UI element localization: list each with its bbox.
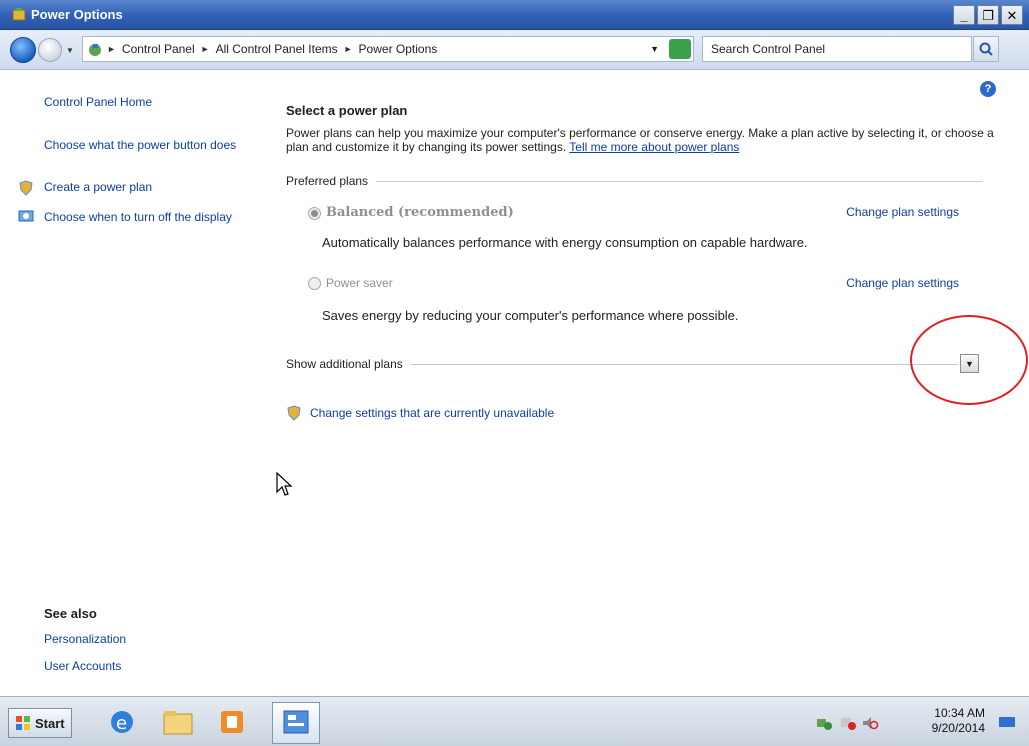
- volume-icon[interactable]: [861, 715, 879, 731]
- divider: [410, 363, 958, 365]
- turn-off-display-link[interactable]: Choose when to turn off the display: [44, 211, 234, 224]
- power-button-link[interactable]: Choose what the power button does: [44, 139, 244, 152]
- search-icon: [979, 42, 993, 56]
- search-button[interactable]: [973, 36, 999, 62]
- window-controls: _ ❐ ✕: [953, 5, 1023, 25]
- unavailable-settings-link[interactable]: Change settings that are currently unava…: [310, 406, 554, 420]
- annotation-circle: [910, 315, 1028, 405]
- search-input[interactable]: Search Control Panel: [702, 36, 972, 62]
- power-saver-change-settings-link[interactable]: Change plan settings: [846, 276, 959, 290]
- control-panel-home-link[interactable]: Control Panel Home: [44, 96, 152, 109]
- clock-time: 10:34 AM: [934, 706, 985, 720]
- breadcrumb-all-items[interactable]: All Control Panel Items: [216, 42, 338, 56]
- close-button[interactable]: ✕: [1001, 5, 1023, 25]
- media-player-icon[interactable]: [214, 705, 250, 739]
- folder-icon[interactable]: [160, 705, 196, 739]
- page-title: Select a power plan: [286, 103, 408, 118]
- control-panel-icon: [89, 44, 101, 56]
- breadcrumb-separator-icon: ►: [107, 44, 116, 54]
- unavailable-settings-row[interactable]: Change settings that are currently unava…: [286, 405, 554, 421]
- internet-explorer-icon[interactable]: e: [104, 705, 140, 739]
- breadcrumb-power-options[interactable]: Power Options: [359, 42, 438, 56]
- divider: [376, 180, 983, 182]
- breadcrumb-separator-icon: ►: [343, 44, 353, 54]
- clock[interactable]: 10:34 AM 9/20/2014: [932, 706, 985, 736]
- title-bar: Power Options _ ❐ ✕: [0, 0, 1029, 30]
- balanced-radio[interactable]: [308, 207, 321, 220]
- breadcrumb-control-panel[interactable]: Control Panel: [122, 42, 195, 56]
- show-desktop-button[interactable]: [999, 717, 1015, 727]
- additional-plans-label: Show additional plans: [286, 357, 403, 371]
- personalization-link[interactable]: Personalization: [44, 633, 126, 646]
- taskbar: Start e 10:34 AM 9/20/2014: [0, 696, 1029, 746]
- address-toolbar: ▼ ► Control Panel ► All Control Panel It…: [0, 30, 1029, 70]
- main-pane: Select a power plan Power plans can help…: [270, 71, 1029, 696]
- shield-icon: [19, 180, 33, 196]
- balanced-plan-description: Automatically balances performance with …: [322, 235, 808, 250]
- system-tray: 10:34 AM 9/20/2014: [803, 703, 1021, 741]
- learn-more-link[interactable]: Tell me more about power plans: [569, 140, 739, 154]
- control-panel-icon: [283, 710, 309, 734]
- power-saver-plan-name[interactable]: Power saver: [326, 276, 393, 290]
- breadcrumb-separator-icon: ►: [200, 44, 210, 54]
- mouse-pointer-icon: [276, 472, 293, 496]
- network-icon[interactable]: [815, 715, 833, 731]
- svg-text:e: e: [116, 713, 127, 734]
- clock-date: 9/20/2014: [931, 721, 985, 735]
- power-options-icon: [12, 8, 26, 21]
- power-saver-radio[interactable]: [308, 277, 321, 290]
- balanced-plan-name[interactable]: Balanced (recommended): [326, 205, 514, 220]
- shield-icon: [287, 405, 301, 421]
- preferred-plans-label: Preferred plans: [286, 174, 369, 188]
- left-pane: Control Panel Home Choose what the power…: [0, 71, 270, 696]
- balanced-change-settings-link[interactable]: Change plan settings: [846, 205, 959, 219]
- start-button[interactable]: Start: [8, 708, 72, 738]
- preferred-plans-group: Preferred plans: [286, 174, 983, 188]
- user-accounts-link[interactable]: User Accounts: [44, 660, 121, 673]
- breadcrumb[interactable]: ► Control Panel ► All Control Panel Item…: [82, 36, 694, 62]
- window-title: Power Options: [31, 7, 123, 22]
- create-power-plan-link[interactable]: Create a power plan: [44, 181, 152, 194]
- start-label: Start: [35, 715, 65, 731]
- windows-logo-icon: [16, 716, 30, 730]
- power-saver-plan-description: Saves energy by reducing your computer's…: [322, 308, 739, 323]
- see-also-heading: See also: [44, 606, 97, 621]
- monitor-clock-icon: [18, 210, 34, 222]
- action-center-icon[interactable]: [839, 715, 857, 731]
- power-options-taskbar-button[interactable]: [272, 702, 320, 744]
- back-button[interactable]: [10, 37, 36, 63]
- additional-plans-group: Show additional plans: [286, 357, 958, 371]
- forward-button[interactable]: [38, 38, 62, 62]
- minimize-button[interactable]: _: [953, 5, 975, 25]
- restore-button[interactable]: ❐: [977, 5, 999, 25]
- recent-pages-dropdown-icon[interactable]: ▼: [66, 46, 74, 55]
- refresh-icon[interactable]: [669, 39, 691, 59]
- address-dropdown-icon[interactable]: ▼: [650, 44, 659, 54]
- page-description: Power plans can help you maximize your c…: [286, 126, 996, 154]
